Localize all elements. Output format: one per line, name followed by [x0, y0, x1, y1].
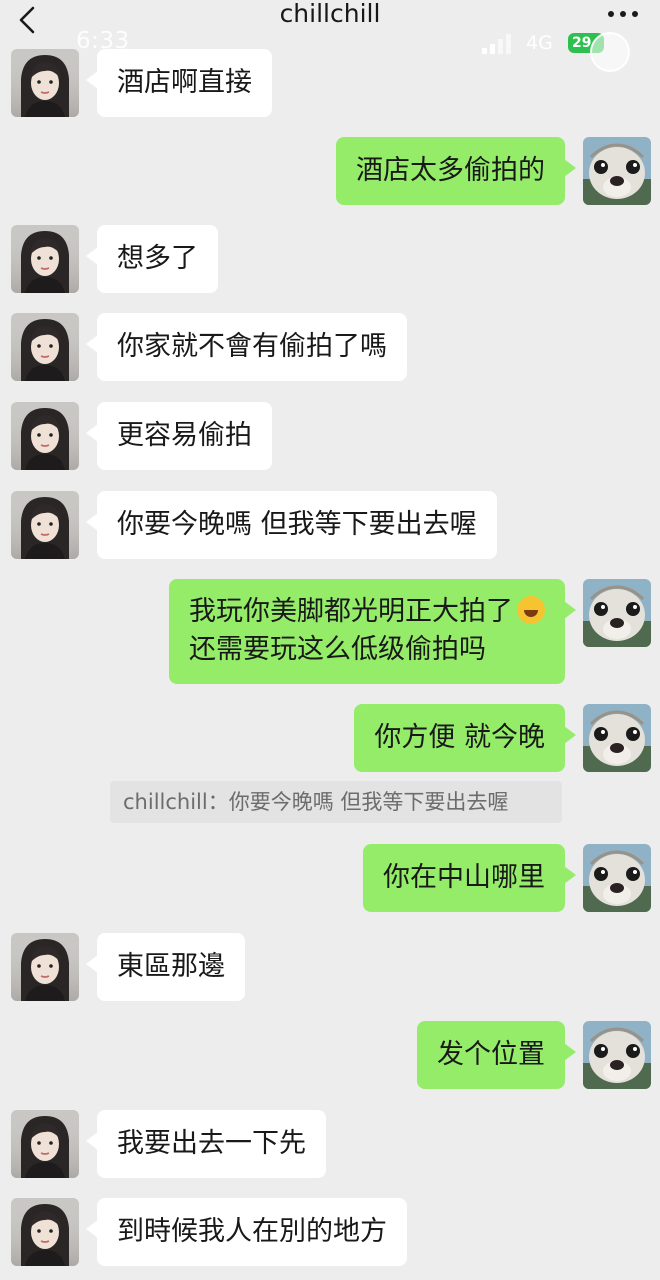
- message-text: 我玩你美脚都光明正大拍了: [189, 596, 513, 627]
- contact-avatar[interactable]: [11, 49, 79, 117]
- message-row: 想多了: [0, 225, 660, 295]
- incoming-message-bubble[interactable]: 你要今晚嗎 但我等下要出去喔: [86, 491, 497, 559]
- message-row: 你在中山哪里: [0, 844, 660, 914]
- contact-avatar[interactable]: [11, 402, 79, 470]
- incoming-message-bubble[interactable]: 我要出去一下先: [86, 1110, 326, 1178]
- message-row: 你方便 就今晚: [0, 704, 660, 774]
- my-avatar[interactable]: [583, 844, 651, 912]
- my-avatar[interactable]: [583, 1021, 651, 1089]
- laughing-emoji-icon: [517, 596, 545, 624]
- message-row: 发个位置: [0, 1021, 660, 1091]
- message-row: 我要出去一下先: [0, 1110, 660, 1180]
- incoming-message-bubble[interactable]: 酒店啊直接: [86, 49, 272, 117]
- contact-avatar[interactable]: [11, 313, 79, 381]
- outgoing-message-bubble[interactable]: 发个位置: [417, 1021, 576, 1089]
- incoming-message-bubble[interactable]: 想多了: [86, 225, 218, 293]
- message-line: 还需要玩这么低级偷拍吗: [189, 634, 486, 665]
- incoming-message-bubble[interactable]: 更容易偷拍: [86, 402, 272, 470]
- my-avatar[interactable]: [583, 579, 651, 647]
- contact-avatar[interactable]: [11, 1110, 79, 1178]
- message-line: 我玩你美脚都光明正大拍了: [189, 593, 545, 631]
- outgoing-message-bubble[interactable]: 我玩你美脚都光明正大拍了 还需要玩这么低级偷拍吗: [169, 579, 576, 684]
- contact-avatar[interactable]: [11, 225, 79, 293]
- contact-avatar[interactable]: [11, 491, 79, 559]
- outgoing-message-bubble[interactable]: 你方便 就今晚: [354, 704, 576, 772]
- message-row: 我玩你美脚都光明正大拍了 还需要玩这么低级偷拍吗: [0, 579, 660, 685]
- incoming-message-bubble[interactable]: 到時候我人在別的地方: [86, 1198, 407, 1266]
- message-row: 酒店啊直接: [0, 49, 660, 119]
- message-row: 東區那邊: [0, 933, 660, 1003]
- contact-avatar[interactable]: [11, 933, 79, 1001]
- bottom-edge: [0, 1268, 660, 1280]
- message-row: 你要今晚嗎 但我等下要出去喔: [0, 491, 660, 561]
- contact-avatar[interactable]: [11, 1198, 79, 1266]
- message-row: 到時候我人在別的地方: [0, 1198, 660, 1268]
- more-options-icon[interactable]: [605, 2, 641, 26]
- outgoing-message-bubble[interactable]: 酒店太多偷拍的: [336, 137, 576, 205]
- message-row: 酒店太多偷拍的: [0, 137, 660, 207]
- incoming-message-bubble[interactable]: 東區那邊: [86, 933, 245, 1001]
- incoming-message-bubble[interactable]: 你家就不會有偷拍了嗎: [86, 313, 407, 381]
- my-avatar[interactable]: [583, 704, 651, 772]
- my-avatar[interactable]: [583, 137, 651, 205]
- quoted-message[interactable]: chillchill：你要今晚嗎 但我等下要出去喔: [110, 781, 562, 823]
- message-row: 你家就不會有偷拍了嗎: [0, 313, 660, 383]
- message-row: 更容易偷拍: [0, 402, 660, 472]
- outgoing-message-bubble[interactable]: 你在中山哪里: [363, 844, 576, 912]
